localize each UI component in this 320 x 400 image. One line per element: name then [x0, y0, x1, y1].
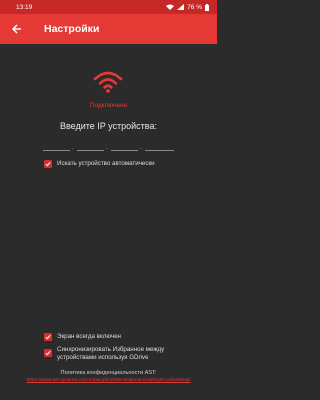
check-icon: [45, 350, 51, 356]
back-button[interactable]: [0, 14, 34, 44]
screen-on-checkbox[interactable]: [44, 333, 52, 341]
sync-favorites-checkbox[interactable]: [44, 349, 52, 357]
ip-dot-separator: .: [140, 145, 142, 151]
ip-address-input: . . .: [43, 145, 174, 151]
check-icon: [45, 334, 51, 340]
ip-dot-separator: .: [72, 145, 74, 151]
signal-icon: [177, 4, 185, 10]
ip-octet-2-field[interactable]: [77, 150, 104, 151]
privacy-policy-label: Политика конфиденциальности AST:: [60, 370, 157, 376]
connection-status: Подключено: [89, 102, 128, 109]
ip-octet-3-field[interactable]: [111, 150, 138, 151]
sync-favorites-label: Синхронизировать Избранное между устройс…: [57, 346, 165, 361]
battery-percent: 76 %: [187, 3, 202, 11]
wifi-status-icon: [166, 4, 175, 10]
ip-octet-1-field[interactable]: [43, 150, 70, 151]
ip-octet-4-field[interactable]: [145, 150, 174, 151]
screen-on-option[interactable]: Экран всегда включен: [44, 333, 121, 341]
auto-search-label: Искать устройство автоматически: [57, 160, 155, 167]
auto-search-checkbox[interactable]: [44, 160, 52, 168]
back-arrow-icon: [12, 24, 21, 34]
wifi-connection-icon: [93, 71, 123, 93]
status-time: 13:19: [16, 3, 33, 11]
auto-search-option[interactable]: Искать устройство автоматически: [44, 160, 155, 168]
sync-favorites-option[interactable]: Синхронизировать Избранное между устройс…: [44, 346, 194, 362]
check-icon: [45, 161, 51, 167]
privacy-policy-link[interactable]: https://www.ast-systems.ru/company/konfi…: [20, 378, 197, 384]
ip-label: Введите IP устройства:: [59, 121, 157, 131]
status-icons: 76 %: [166, 3, 209, 11]
status-bar: 13:19 76 %: [0, 0, 217, 14]
page-title: Настройки: [44, 23, 100, 35]
battery-icon: [205, 3, 209, 11]
app-bar: Настройки: [0, 14, 217, 44]
screen-on-label: Экран всегда включен: [57, 333, 121, 340]
ip-dot-separator: .: [106, 145, 108, 151]
